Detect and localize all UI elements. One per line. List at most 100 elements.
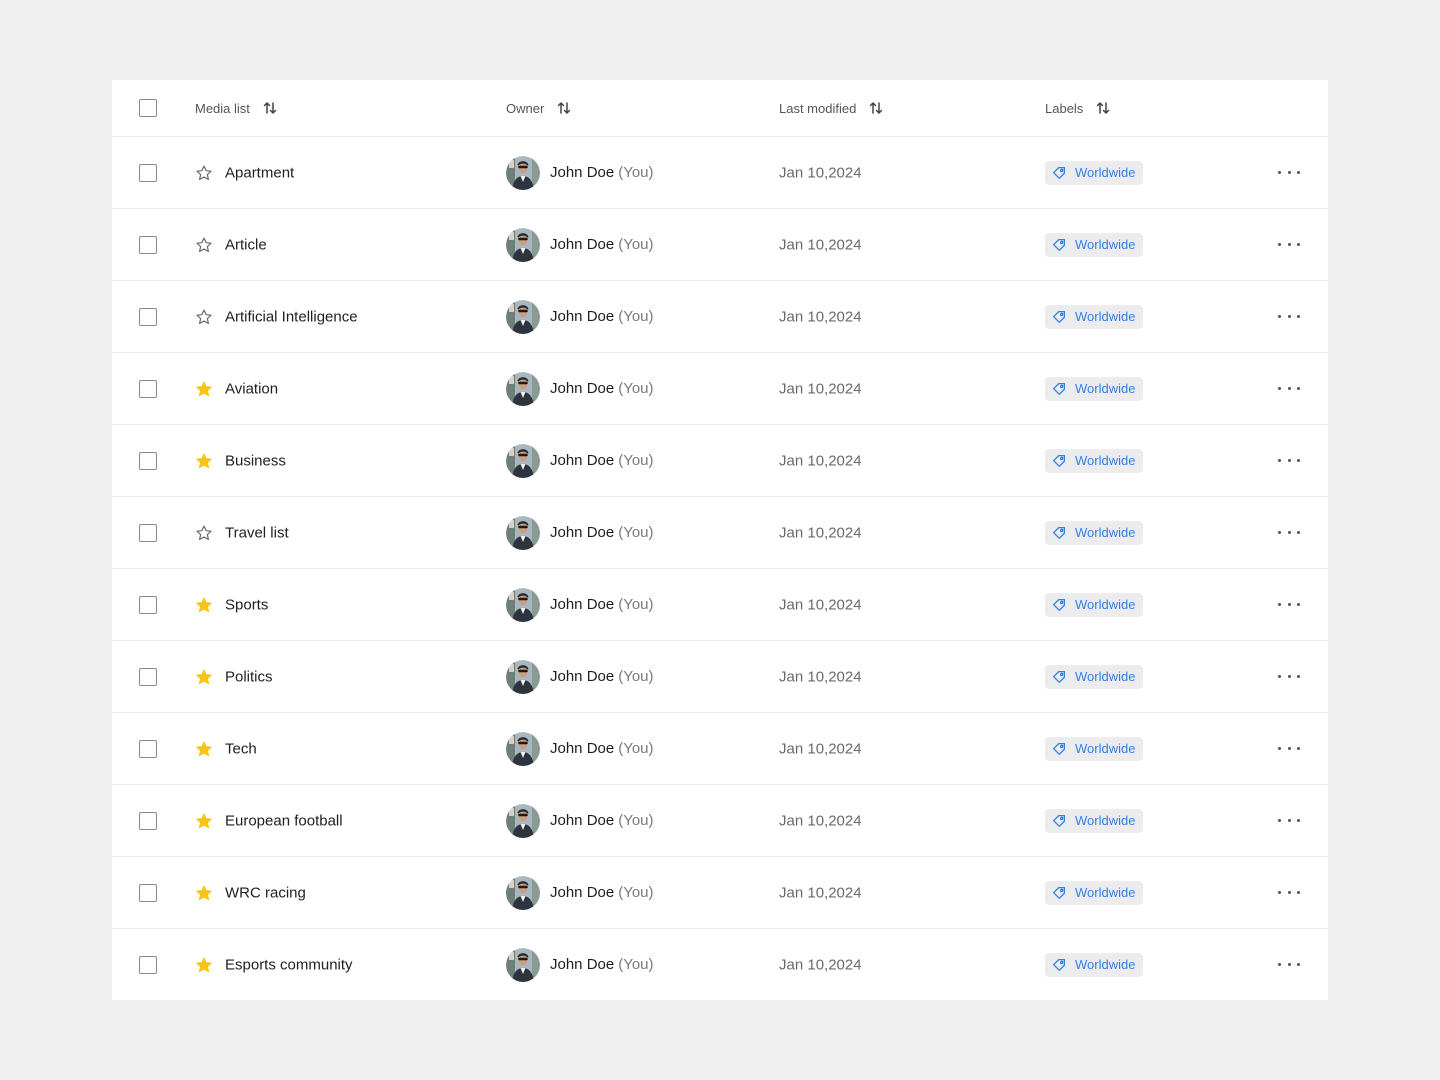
- table-row[interactable]: Business John Doe (You) Jan 10,2024 Worl…: [112, 424, 1328, 496]
- label-chip[interactable]: Worldwide: [1045, 592, 1144, 617]
- owner-you-tag: (You): [618, 956, 654, 973]
- sort-icon[interactable]: [556, 100, 572, 116]
- star-icon[interactable]: [194, 163, 214, 183]
- owner-you-tag: (You): [618, 884, 654, 901]
- owner-cell: John Doe (You): [506, 659, 654, 694]
- media-list-name[interactable]: Tech: [225, 740, 257, 757]
- more-horizontal-icon[interactable]: [1278, 164, 1300, 182]
- media-list-name[interactable]: Apartment: [225, 164, 294, 181]
- column-header-labels[interactable]: Labels: [1045, 100, 1111, 116]
- last-modified-date: Jan 10,2024: [779, 812, 862, 829]
- star-icon[interactable]: [194, 379, 214, 399]
- column-header-label: Last modified: [779, 100, 857, 116]
- more-horizontal-icon[interactable]: [1278, 308, 1300, 326]
- row-checkbox[interactable]: [139, 379, 157, 398]
- media-list-name[interactable]: Aviation: [225, 380, 278, 397]
- owner-name: John Doe: [550, 668, 615, 685]
- sort-icon[interactable]: [868, 100, 884, 116]
- owner-cell: John Doe (You): [506, 947, 654, 982]
- media-list-name[interactable]: Artificial Intelligence: [225, 308, 358, 325]
- more-horizontal-icon[interactable]: [1278, 380, 1300, 398]
- more-horizontal-icon[interactable]: [1278, 236, 1300, 254]
- media-list-name[interactable]: Esports community: [225, 956, 353, 973]
- label-chip[interactable]: Worldwide: [1045, 160, 1144, 185]
- media-list-name[interactable]: Article: [225, 236, 267, 253]
- table-row[interactable]: Travel list John Doe (You) Jan 10,2024 W…: [112, 496, 1328, 568]
- owner-cell: John Doe (You): [506, 587, 654, 622]
- row-checkbox[interactable]: [139, 523, 157, 542]
- label-chip[interactable]: Worldwide: [1045, 304, 1144, 329]
- star-icon[interactable]: [194, 739, 214, 759]
- label-chip[interactable]: Worldwide: [1045, 808, 1144, 833]
- star-icon[interactable]: [194, 595, 214, 615]
- star-icon[interactable]: [194, 667, 214, 687]
- star-icon[interactable]: [194, 955, 214, 975]
- label-chip[interactable]: Worldwide: [1045, 376, 1144, 401]
- table-row[interactable]: Politics John Doe (You) Jan 10,2024 Worl…: [112, 640, 1328, 712]
- label-chip[interactable]: Worldwide: [1045, 880, 1144, 905]
- column-header-owner[interactable]: Owner: [506, 100, 572, 116]
- more-horizontal-icon[interactable]: [1278, 956, 1300, 974]
- column-header-label: Media list: [195, 100, 250, 116]
- table-row[interactable]: Tech John Doe (You) Jan 10,2024 Worldwid…: [112, 712, 1328, 784]
- row-checkbox[interactable]: [139, 667, 157, 686]
- label-chip[interactable]: Worldwide: [1045, 520, 1144, 545]
- media-list-name[interactable]: Travel list: [225, 524, 289, 541]
- star-icon[interactable]: [194, 523, 214, 543]
- row-checkbox[interactable]: [139, 739, 157, 758]
- more-horizontal-icon[interactable]: [1278, 812, 1300, 830]
- select-all-checkbox[interactable]: [139, 99, 157, 117]
- row-checkbox[interactable]: [139, 883, 157, 902]
- more-horizontal-icon[interactable]: [1278, 524, 1300, 542]
- star-icon[interactable]: [194, 811, 214, 831]
- label-text: Worldwide: [1075, 237, 1136, 252]
- label-chip[interactable]: Worldwide: [1045, 952, 1144, 977]
- star-icon[interactable]: [194, 235, 214, 255]
- star-icon[interactable]: [194, 883, 214, 903]
- media-list-name[interactable]: European football: [225, 812, 343, 829]
- owner-name: John Doe: [550, 164, 615, 181]
- owner-name: John Doe: [550, 596, 615, 613]
- media-list-name[interactable]: Business: [225, 452, 286, 469]
- table-row[interactable]: WRC racing John Doe (You) Jan 10,2024 Wo…: [112, 856, 1328, 928]
- table-row[interactable]: Sports John Doe (You) Jan 10,2024 Worldw…: [112, 568, 1328, 640]
- table-row[interactable]: European football John Doe (You) Jan 10,…: [112, 784, 1328, 856]
- row-checkbox[interactable]: [139, 955, 157, 974]
- table-row[interactable]: Apartment John Doe (You) Jan 10,2024 Wor…: [112, 136, 1328, 208]
- media-list-name[interactable]: Politics: [225, 668, 273, 685]
- label-chip[interactable]: Worldwide: [1045, 736, 1144, 761]
- more-horizontal-icon[interactable]: [1278, 884, 1300, 902]
- label-chip[interactable]: Worldwide: [1045, 448, 1144, 473]
- more-horizontal-icon[interactable]: [1278, 668, 1300, 686]
- row-checkbox[interactable]: [139, 595, 157, 614]
- more-horizontal-icon[interactable]: [1278, 596, 1300, 614]
- row-checkbox[interactable]: [139, 307, 157, 326]
- last-modified-date: Jan 10,2024: [779, 956, 862, 973]
- owner-cell: John Doe (You): [506, 371, 654, 406]
- table-row[interactable]: Artificial Intelligence John Doe (You) J…: [112, 280, 1328, 352]
- label-text: Worldwide: [1075, 165, 1136, 180]
- owner-you-tag: (You): [618, 668, 654, 685]
- more-horizontal-icon[interactable]: [1278, 452, 1300, 470]
- row-checkbox[interactable]: [139, 811, 157, 830]
- table-row[interactable]: Esports community John Doe (You) Jan 10,…: [112, 928, 1328, 1000]
- media-list-name[interactable]: WRC racing: [225, 884, 306, 901]
- media-list-name[interactable]: Sports: [225, 596, 268, 613]
- row-checkbox[interactable]: [139, 163, 157, 182]
- label-chip[interactable]: Worldwide: [1045, 664, 1144, 689]
- sort-icon[interactable]: [262, 100, 278, 116]
- row-checkbox[interactable]: [139, 235, 157, 254]
- star-icon[interactable]: [194, 451, 214, 471]
- sort-icon[interactable]: [1095, 100, 1111, 116]
- more-horizontal-icon[interactable]: [1278, 740, 1300, 758]
- column-header-last-modified[interactable]: Last modified: [779, 100, 884, 116]
- label-chip[interactable]: Worldwide: [1045, 232, 1144, 257]
- row-checkbox[interactable]: [139, 451, 157, 470]
- star-icon[interactable]: [194, 307, 214, 327]
- table-row[interactable]: Aviation John Doe (You) Jan 10,2024 Worl…: [112, 352, 1328, 424]
- label-text: Worldwide: [1075, 669, 1136, 684]
- owner-you-tag: (You): [618, 380, 654, 397]
- table-row[interactable]: Article John Doe (You) Jan 10,2024 World…: [112, 208, 1328, 280]
- column-header-media-list[interactable]: Media list: [195, 100, 278, 116]
- owner-name: John Doe: [550, 380, 615, 397]
